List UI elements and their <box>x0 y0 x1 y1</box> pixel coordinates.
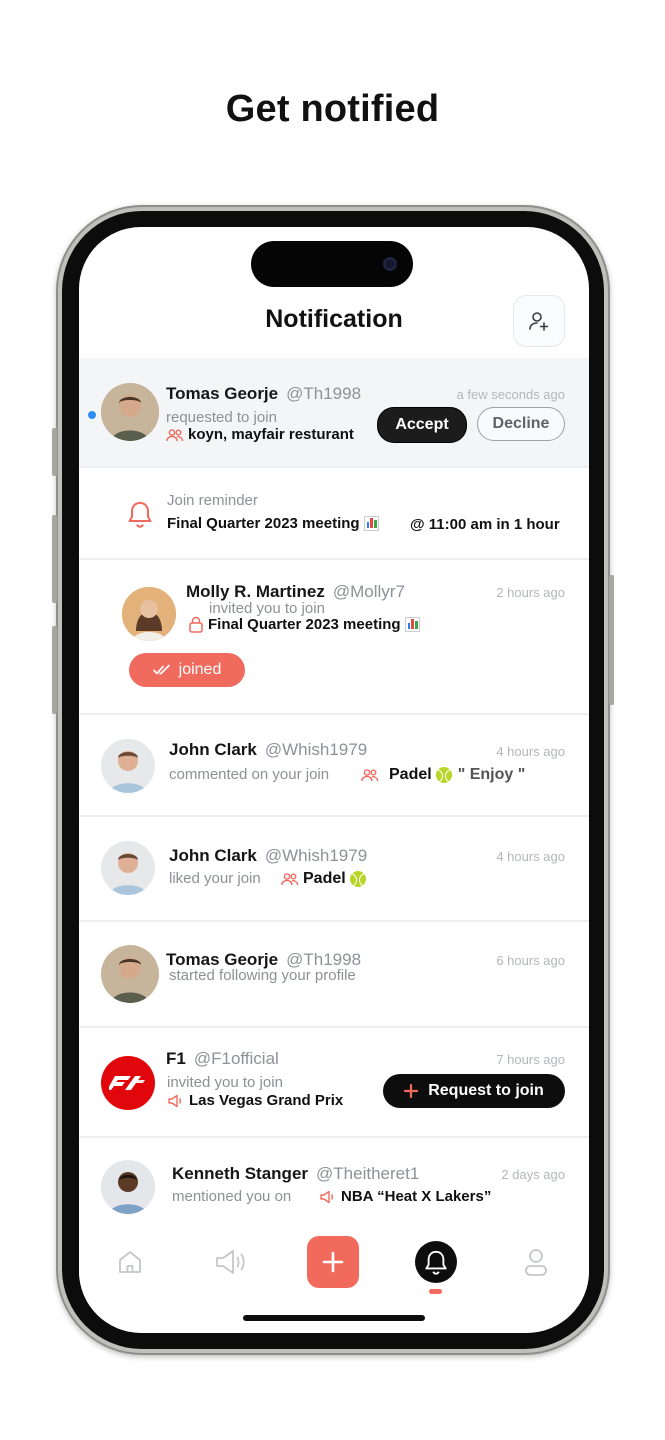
avatar <box>101 739 155 793</box>
double-check-icon <box>152 664 170 675</box>
group-icon <box>166 428 184 441</box>
volume-down-button <box>52 626 57 714</box>
lock-icon <box>189 616 203 633</box>
avatar <box>101 841 155 895</box>
reminder-time: @ 11:00 am in 1 hour <box>410 516 560 533</box>
unread-indicator <box>88 411 96 419</box>
user-name[interactable]: John Clark @Whish1979 <box>169 740 367 760</box>
notification-follow[interactable]: Tomas Georje @Th1998 6 hours ago started … <box>79 922 589 1028</box>
action-text: requested to join <box>166 409 277 426</box>
target-event[interactable]: Las Vegas Grand Prix <box>167 1092 343 1109</box>
plus-icon <box>404 1084 419 1098</box>
timestamp: 2 days ago <box>501 1167 565 1182</box>
accept-button[interactable]: Accept <box>377 407 467 443</box>
bell-icon <box>128 502 152 528</box>
nav-notifications[interactable] <box>415 1241 457 1283</box>
decline-button[interactable]: Decline <box>477 407 565 441</box>
notification-like[interactable]: John Clark @Whish1979 4 hours ago liked y… <box>79 817 589 922</box>
user-name[interactable]: John Clark @Whish1979 <box>169 846 367 866</box>
notification-mention[interactable]: Kenneth Stanger @Theitheret1 2 days ago m… <box>79 1138 589 1238</box>
user-handle[interactable]: @F1official <box>194 1049 279 1068</box>
nav-profile[interactable] <box>519 1245 553 1279</box>
notification-brand-invite[interactable]: F1 @F1official 7 hours ago invited you to… <box>79 1028 589 1138</box>
user-handle[interactable]: @Mollyr7 <box>333 582 405 601</box>
action-text: commented on your join <box>169 766 330 783</box>
f1-logo <box>109 1076 145 1090</box>
nav-create-button[interactable] <box>307 1236 359 1288</box>
notification-invite[interactable]: Molly R. Martinez @Mollyr7 2 hours ago in… <box>79 560 589 715</box>
megaphone-icon <box>320 1190 333 1203</box>
timestamp: 7 hours ago <box>496 1052 565 1067</box>
plus-icon <box>322 1251 344 1273</box>
timestamp: 4 hours ago <box>496 744 565 759</box>
promo-title: Get notified <box>225 88 440 130</box>
target-activity[interactable]: Padel <box>281 870 366 888</box>
nav-broadcast[interactable] <box>213 1245 249 1279</box>
tennis-ball-icon <box>435 767 452 783</box>
user-handle[interactable]: @Whish1979 <box>265 846 367 865</box>
target-activity[interactable]: Padel " Enjoy " <box>361 766 525 784</box>
add-friend-button[interactable] <box>513 295 565 347</box>
request-to-join-button[interactable]: Request to join <box>383 1074 565 1108</box>
target-group[interactable]: koyn, mayfair resturant <box>166 426 354 443</box>
megaphone-icon <box>168 1094 181 1107</box>
timestamp: 4 hours ago <box>496 849 565 864</box>
user-handle[interactable]: @Theitheret1 <box>316 1164 419 1183</box>
tennis-ball-icon <box>349 871 366 887</box>
nav-home[interactable] <box>113 1245 147 1279</box>
avatar <box>122 587 176 641</box>
user-name[interactable]: Tomas Georje @Th1998 <box>166 384 361 404</box>
user-name[interactable]: Molly R. Martinez @Mollyr7 <box>186 582 405 602</box>
volume-up-button <box>52 515 57 603</box>
user-handle[interactable]: @Th1998 <box>286 384 361 403</box>
avatar <box>101 1056 155 1110</box>
app-screen: Notification Tomas Georje @Th1998 a few s… <box>79 227 589 1333</box>
action-text: invited you to join <box>209 600 325 617</box>
action-text: mentioned you on <box>172 1188 292 1205</box>
timestamp: 6 hours ago <box>496 953 565 968</box>
avatar <box>101 383 159 441</box>
home-icon <box>119 1251 141 1273</box>
power-button <box>609 575 614 705</box>
chart-icon <box>363 516 379 531</box>
notification-reminder[interactable]: Join reminder Final Quarter 2023 meeting… <box>79 468 589 560</box>
avatar <box>101 1160 155 1214</box>
comment-text: " Enjoy " <box>457 766 526 783</box>
action-text: started following your profile <box>169 967 356 984</box>
dynamic-island <box>251 241 413 287</box>
joined-status-button[interactable]: joined <box>129 653 245 687</box>
group-icon <box>361 769 379 782</box>
user-icon <box>525 1249 547 1276</box>
user-handle[interactable]: @Whish1979 <box>265 740 367 759</box>
front-camera <box>383 257 397 271</box>
avatar <box>101 945 159 1003</box>
home-indicator <box>243 1315 425 1321</box>
timestamp: 2 hours ago <box>496 585 565 600</box>
notification-comment[interactable]: John Clark @Whish1979 4 hours ago comment… <box>79 715 589 817</box>
notification-join-request[interactable]: Tomas Georje @Th1998 a few seconds ago re… <box>79 358 589 468</box>
user-name[interactable]: Kenneth Stanger @Theitheret1 <box>172 1164 419 1184</box>
action-text: invited you to join <box>167 1074 283 1091</box>
megaphone-icon <box>216 1250 245 1274</box>
bottom-navigation <box>79 1227 589 1307</box>
active-tab-indicator <box>429 1289 442 1294</box>
chart-icon <box>404 617 420 632</box>
group-icon <box>281 873 299 886</box>
reminder-event[interactable]: Final Quarter 2023 meeting <box>167 515 379 532</box>
reminder-title: Join reminder <box>167 492 258 509</box>
add-user-icon <box>529 312 549 331</box>
target-event[interactable]: Final Quarter 2023 meeting <box>188 616 420 633</box>
timestamp: a few seconds ago <box>456 387 565 402</box>
target-event[interactable]: NBA “Heat X Lakers” <box>319 1188 491 1205</box>
user-name[interactable]: F1 @F1official <box>166 1049 279 1069</box>
bell-icon <box>425 1250 447 1275</box>
action-text: liked your join <box>169 870 261 887</box>
action-button <box>52 428 57 476</box>
